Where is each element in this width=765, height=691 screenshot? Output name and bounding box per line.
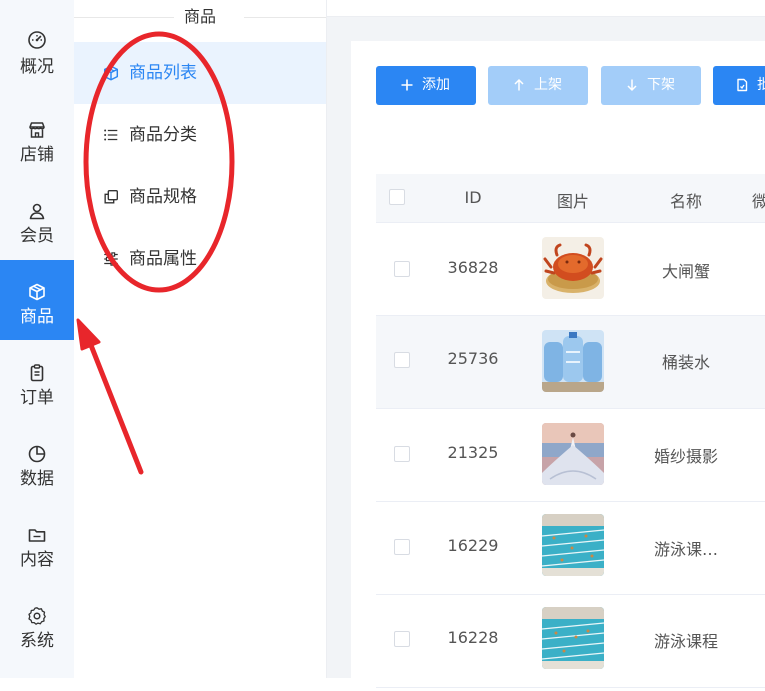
batch-button[interactable]: 批: [713, 66, 765, 105]
sub-item-label: 商品属性: [129, 249, 197, 269]
box-icon: [102, 64, 120, 82]
nav-label: 数据: [20, 469, 54, 489]
nav-item-content[interactable]: 内容: [0, 503, 74, 583]
sliders-icon: [102, 250, 120, 268]
nav-item-goods[interactable]: 商品: [0, 260, 74, 340]
sub-item-goods-attr[interactable]: 商品属性: [74, 228, 326, 290]
goods-image-swimming-pool: [542, 514, 604, 576]
nav-label: 订单: [20, 388, 54, 408]
table-row[interactable]: 16228 游泳课程: [376, 595, 765, 688]
row-checkbox[interactable]: [394, 631, 410, 647]
column-header-image: 图片: [556, 192, 589, 211]
nav-label: 会员: [20, 226, 54, 246]
store-icon: [27, 120, 47, 140]
table-header: ID 图片 名称 微: [376, 174, 765, 223]
goods-name: 婚纱摄影: [653, 447, 718, 466]
goods-id: 25736: [447, 349, 499, 368]
box-icon: [27, 282, 47, 302]
goods-name: 游泳课…: [653, 540, 718, 559]
row-checkbox[interactable]: [394, 261, 410, 277]
goods-name: 桶装水: [661, 353, 710, 372]
row-checkbox[interactable]: [394, 539, 410, 555]
sub-menu: 商品 商品列表 商品分类 商品规格 商品属性: [74, 0, 327, 678]
folder-icon: [27, 525, 47, 545]
goods-name: 游泳课程: [653, 632, 718, 651]
nav-label: 系统: [20, 631, 54, 651]
goods-image-crab: [542, 237, 604, 299]
nav-item-store[interactable]: 店铺: [0, 98, 74, 178]
top-bar: [327, 0, 765, 17]
row-checkbox[interactable]: [394, 446, 410, 462]
nav-item-system[interactable]: 系统: [0, 584, 74, 664]
sub-menu-title: 商品: [183, 7, 216, 26]
sub-item-label: 商品分类: [129, 125, 197, 145]
add-button[interactable]: 添加: [376, 66, 476, 105]
main-nav: 概况 店铺 会员 商品 订单 数据 内容 系统: [0, 0, 74, 678]
column-header-more: 微: [752, 192, 765, 211]
table-row[interactable]: 16229 游泳课…: [376, 502, 765, 595]
arrow-down-icon: [625, 78, 639, 92]
nav-label: 内容: [20, 550, 54, 570]
off-shelf-button-label: 下架: [647, 77, 675, 93]
goods-id: 36828: [447, 258, 499, 277]
nav-item-members[interactable]: 会员: [0, 179, 74, 259]
sub-item-goods-category[interactable]: 商品分类: [74, 104, 326, 166]
goods-id: 16229: [447, 536, 499, 555]
table-row[interactable]: 36828 大闸蟹: [376, 223, 765, 316]
on-shelf-button-label: 上架: [534, 77, 562, 93]
sub-item-label: 商品列表: [129, 63, 197, 83]
batch-button-label: 批: [757, 77, 765, 93]
table-row[interactable]: 21325 婚纱摄影: [376, 409, 765, 502]
nav-label: 概况: [20, 57, 54, 77]
copy-icon: [102, 188, 120, 206]
pie-chart-icon: [27, 444, 47, 464]
plus-icon: [400, 78, 414, 92]
nav-item-data[interactable]: 数据: [0, 422, 74, 502]
clipboard-icon: [27, 363, 47, 383]
off-shelf-button[interactable]: 下架: [601, 66, 701, 105]
sub-item-goods-spec[interactable]: 商品规格: [74, 166, 326, 228]
nav-label: 商品: [20, 307, 54, 327]
arrow-up-icon: [512, 78, 526, 92]
goods-name: 大闸蟹: [661, 262, 710, 281]
user-icon: [27, 201, 47, 221]
table-row[interactable]: 25736 桶装水: [376, 316, 765, 409]
goods-id: 21325: [447, 443, 499, 462]
dashboard-icon: [27, 30, 47, 50]
document-icon: [735, 78, 749, 92]
goods-image-water-bottles: [542, 330, 604, 392]
list-icon: [102, 126, 120, 144]
goods-image-swimming-pool: [542, 607, 604, 669]
gear-icon: [27, 606, 47, 626]
sub-item-label: 商品规格: [129, 187, 197, 207]
sub-item-goods-list[interactable]: 商品列表: [74, 42, 326, 104]
column-header-id[interactable]: ID: [438, 188, 508, 207]
row-checkbox[interactable]: [394, 352, 410, 368]
goods-image-wedding-photo: [542, 423, 604, 485]
goods-id: 16228: [447, 628, 499, 647]
on-shelf-button[interactable]: 上架: [488, 66, 588, 105]
nav-item-overview[interactable]: 概况: [0, 0, 74, 80]
add-button-label: 添加: [422, 77, 450, 93]
nav-item-orders[interactable]: 订单: [0, 341, 74, 421]
nav-label: 店铺: [20, 145, 54, 165]
main-area: 添加 上架 下架 批 ID 图片 名称 微 36828 大闸蟹 25736 桶装…: [327, 17, 765, 691]
select-all-checkbox[interactable]: [389, 189, 405, 205]
goods-list-panel: 添加 上架 下架 批 ID 图片 名称 微 36828 大闸蟹 25736 桶装…: [351, 41, 765, 691]
column-header-name: 名称: [669, 192, 702, 211]
